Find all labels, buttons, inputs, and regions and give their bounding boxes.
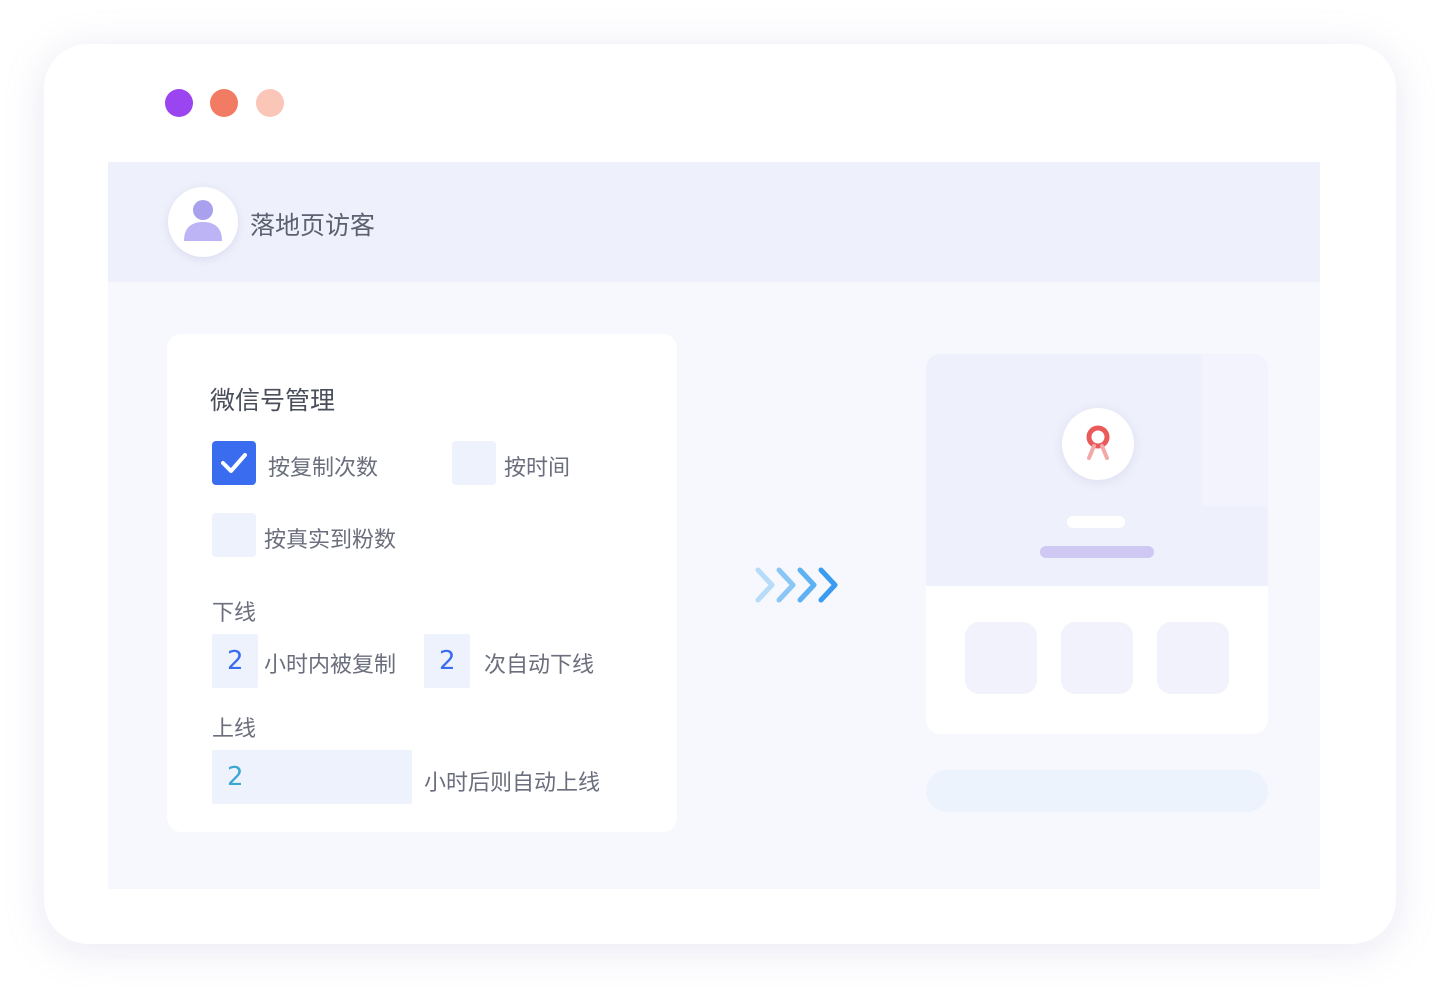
check-icon (221, 453, 247, 473)
online-hours-input[interactable]: 2 (212, 750, 412, 804)
online-hours-value: 2 (227, 762, 244, 792)
window-dot-purple (165, 89, 193, 117)
user-icon (184, 200, 222, 241)
preview-banner-shade (1202, 354, 1268, 506)
offline-times-input[interactable]: 2 (424, 634, 470, 688)
offline-hours-text: 小时内被复制 (264, 653, 397, 678)
window-dot-coral (210, 89, 238, 117)
offline-hours-value: 2 (227, 646, 244, 676)
preview-text-line-accent (1040, 546, 1154, 558)
checkbox-copy-count[interactable] (212, 441, 256, 485)
offline-heading: 下线 (212, 601, 257, 626)
offline-times-value: 2 (439, 646, 456, 676)
avatar (168, 187, 238, 257)
offline-times-text: 次自动下线 (484, 653, 595, 678)
option-label-copy-count: 按复制次数 (268, 456, 379, 481)
chevrons-right-icon (755, 567, 838, 603)
online-heading: 上线 (212, 717, 257, 742)
online-hours-text: 小时后则自动上线 (424, 771, 601, 796)
option-label-real-followers: 按真实到粉数 (264, 528, 397, 553)
option-label-time: 按时间 (504, 456, 571, 481)
offline-hours-input[interactable]: 2 (212, 634, 258, 688)
preview-text-line (1067, 516, 1125, 528)
card-title: 微信号管理 (210, 386, 336, 415)
preview-tile (965, 622, 1037, 694)
checkbox-time[interactable] (452, 441, 496, 485)
preview-tile (1061, 622, 1133, 694)
location-pin-icon (1086, 425, 1110, 460)
preview-tile (1157, 622, 1229, 694)
page-title: 落地页访客 (250, 211, 376, 240)
checkbox-real-followers[interactable] (212, 513, 256, 557)
window-dot-peach (256, 89, 284, 117)
preview-action-bar (926, 770, 1268, 812)
location-badge (1062, 408, 1134, 480)
